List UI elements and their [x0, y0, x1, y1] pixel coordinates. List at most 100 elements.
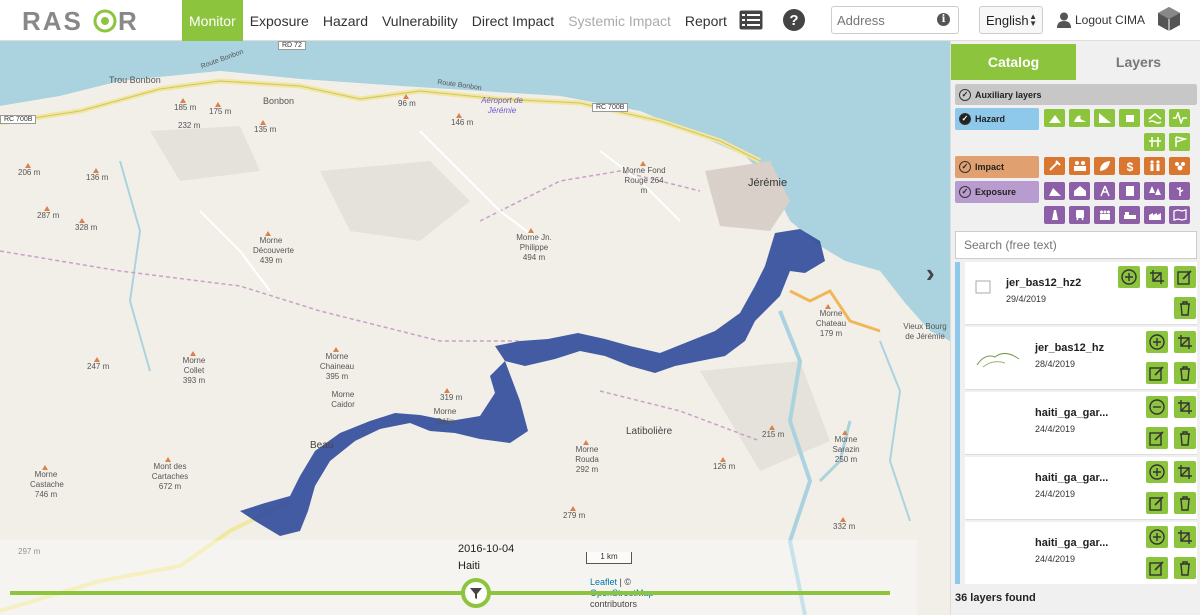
impact-people-icon[interactable] [1069, 157, 1090, 175]
catalog-search-input[interactable] [955, 231, 1197, 259]
delete-layer-button[interactable] [1174, 492, 1196, 514]
category-hazard[interactable]: ✓ Hazard [955, 108, 1039, 130]
delete-layer-button[interactable] [1174, 362, 1196, 384]
exposure-factory-icon[interactable] [1144, 206, 1165, 224]
place-label: 146 m [451, 118, 474, 127]
hazard-wave-icon[interactable] [1069, 109, 1090, 127]
info-icon[interactable]: i [937, 13, 950, 26]
exposure-train-icon[interactable] [1069, 206, 1090, 224]
tab-layers[interactable]: Layers [1076, 44, 1200, 80]
exposure-bed-icon[interactable] [1119, 206, 1140, 224]
place-label: Bonbon [263, 96, 295, 106]
airport-label: Aéroport de Jérémie [481, 96, 523, 115]
nav-monitor[interactable]: Monitor [182, 0, 243, 41]
nav-direct-impact[interactable]: Direct Impact [465, 0, 561, 41]
place-label: 135 m [254, 125, 277, 134]
filter-icon [470, 588, 482, 599]
add-layer-button[interactable] [1146, 331, 1168, 353]
hazard-tree-icon[interactable] [1144, 133, 1165, 151]
place-label: Jérémie [748, 177, 788, 189]
add-layer-button[interactable] [1146, 461, 1168, 483]
place-label: Morne Chaineau 395 m [319, 352, 355, 381]
nav-exposure[interactable]: Exposure [243, 0, 316, 41]
trash-icon [1180, 366, 1190, 381]
exposure-population-icon[interactable] [1094, 206, 1115, 224]
delete-layer-button[interactable] [1174, 297, 1196, 319]
exposure-map-icon[interactable] [1169, 206, 1190, 224]
edit-layer-button[interactable] [1174, 266, 1196, 288]
add-layer-button[interactable] [1118, 266, 1140, 288]
edit-layer-button[interactable] [1146, 427, 1168, 449]
delete-layer-button[interactable] [1174, 427, 1196, 449]
impact-family-icon[interactable] [1144, 157, 1165, 175]
layer-name: haiti_ga_gar... [1035, 407, 1109, 419]
add-layer-button[interactable] [1146, 526, 1168, 548]
list-item[interactable]: jer_bas12_hz 28/4/2019 [965, 327, 1197, 390]
main-nav: Monitor Exposure Hazard Vulnerability Di… [182, 0, 734, 41]
exposure-building-icon[interactable] [1119, 182, 1140, 200]
svg-text:?: ? [789, 12, 798, 29]
place-label: Morne Caidor [331, 390, 355, 409]
crop-layer-button[interactable] [1174, 526, 1196, 548]
logout-button[interactable]: Logout CIMA [1057, 12, 1145, 28]
impact-crowd-icon[interactable] [1169, 157, 1190, 175]
panel-toggle-chevron-icon[interactable]: › [926, 258, 935, 289]
impact-tools-icon[interactable] [1044, 157, 1065, 175]
list-item[interactable]: haiti_ga_gar... 24/4/2019 [965, 522, 1197, 584]
impact-leaf-icon[interactable] [1094, 157, 1115, 175]
time-slider-track[interactable] [10, 591, 890, 595]
crop-layer-button[interactable] [1146, 266, 1168, 288]
help-icon[interactable]: ? [781, 8, 807, 32]
category-impact[interactable]: ✓ Impact [955, 156, 1039, 178]
exposure-house-icon[interactable] [1069, 182, 1090, 200]
impact-dollar-icon[interactable]: $ [1119, 157, 1140, 175]
time-slider-handle[interactable] [461, 578, 491, 608]
hazard-flag-icon[interactable] [1169, 133, 1190, 151]
remove-layer-button[interactable] [1146, 396, 1168, 418]
nav-vulnerability[interactable]: Vulnerability [375, 0, 465, 41]
road-label: RD 72 [278, 41, 306, 50]
check-circle-icon: ✓ [959, 113, 971, 125]
delete-layer-button[interactable] [1174, 557, 1196, 579]
nav-report[interactable]: Report [678, 0, 734, 41]
exposure-tower-icon[interactable] [1094, 182, 1115, 200]
layer-date: 24/4/2019 [1035, 554, 1076, 564]
rasor-logo[interactable]: RAS R [22, 6, 162, 36]
crop-layer-button[interactable] [1174, 331, 1196, 353]
language-select[interactable]: English ▲ ▼ [979, 6, 1043, 34]
exposure-crop-icon[interactable] [1169, 182, 1190, 200]
selected-date: 2016-10-04 [458, 543, 515, 555]
edit-layer-button[interactable] [1146, 557, 1168, 579]
hazard-flood-icon[interactable] [1144, 109, 1165, 127]
category-exposure[interactable]: ✓ Exposure [955, 181, 1039, 203]
place-label: Morne Fond Rouge 264 m [622, 166, 666, 195]
leaflet-link[interactable]: Leaflet [590, 577, 617, 587]
exposure-slope-icon[interactable] [1044, 182, 1065, 200]
place-label: Trou Bonbon [109, 75, 161, 85]
hazard-slope-icon[interactable] [1094, 109, 1115, 127]
hazard-seismic-icon[interactable] [1169, 109, 1190, 127]
language-selected: English [986, 12, 1029, 28]
edit-layer-button[interactable] [1146, 362, 1168, 384]
cube-icon[interactable] [1156, 7, 1182, 31]
map-canvas[interactable]: RD 72 RC 700B RC 700B Route Bonbon Route… [0, 41, 950, 615]
svg-text:$: $ [1126, 160, 1133, 172]
exposure-forest-icon[interactable] [1144, 182, 1165, 200]
category-auxiliary[interactable]: ✓ Auxiliary layers [955, 84, 1197, 105]
list-item[interactable]: haiti_ga_gar... 24/4/2019 [965, 457, 1197, 520]
crop-icon [1178, 465, 1192, 479]
hazard-drop-icon[interactable] [1119, 109, 1140, 127]
exposure-road-icon[interactable] [1044, 206, 1065, 224]
tab-catalog[interactable]: Catalog [951, 44, 1076, 80]
list-item[interactable]: haiti_ga_gar... 24/4/2019 [965, 392, 1197, 455]
layer-date: 28/4/2019 [1035, 359, 1076, 369]
list-item[interactable]: jer_bas12_hz2 29/4/2019 [965, 262, 1197, 325]
list-icon[interactable] [738, 8, 764, 32]
hazard-landslide-icon[interactable] [1044, 109, 1065, 127]
crop-layer-button[interactable] [1174, 396, 1196, 418]
place-label: 96 m [398, 99, 416, 108]
place-label: 126 m [713, 462, 736, 471]
edit-layer-button[interactable] [1146, 492, 1168, 514]
crop-layer-button[interactable] [1174, 461, 1196, 483]
nav-hazard[interactable]: Hazard [316, 0, 375, 41]
